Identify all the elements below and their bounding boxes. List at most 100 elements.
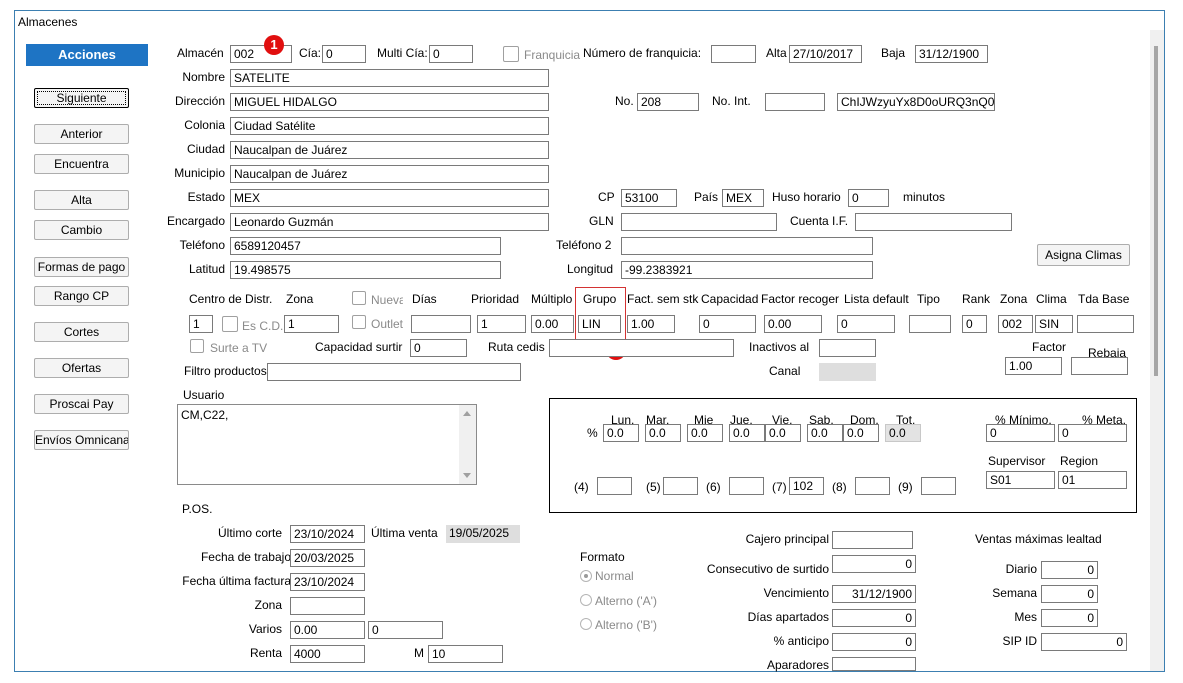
vertical-scrollbar[interactable] bbox=[1150, 30, 1164, 671]
aparadores-field[interactable] bbox=[832, 657, 916, 671]
renta-field[interactable]: 4000 bbox=[290, 645, 365, 663]
diario-field[interactable]: 0 bbox=[1041, 561, 1098, 579]
alterno-b-radio[interactable] bbox=[580, 618, 592, 630]
vencimiento-field[interactable]: 31/12/1900 bbox=[832, 585, 916, 603]
cambio-button[interactable]: Cambio bbox=[34, 220, 129, 240]
longitud-field[interactable]: -99.2383921 bbox=[621, 261, 873, 279]
dias-field[interactable] bbox=[411, 315, 471, 333]
scroll-up-icon[interactable] bbox=[463, 411, 471, 416]
place-id-field[interactable]: ChIJWzyuYx8D0oURQ3nQ0Ee bbox=[837, 93, 995, 111]
municipio-field[interactable]: Naucalpan de Juárez bbox=[230, 165, 549, 183]
num8-field[interactable] bbox=[855, 477, 890, 495]
outlet-checkbox[interactable] bbox=[352, 315, 366, 329]
m-field[interactable]: 10 bbox=[428, 645, 503, 663]
day-dom-field[interactable]: 0.0 bbox=[843, 424, 879, 442]
capacidad-field[interactable]: 0 bbox=[699, 315, 756, 333]
es-cd-checkbox[interactable] bbox=[222, 316, 238, 332]
alta-button[interactable]: Alta bbox=[34, 190, 129, 210]
inactivos-field[interactable] bbox=[819, 339, 876, 357]
telefono-field[interactable]: 6589120457 bbox=[230, 237, 501, 255]
day-lun-field[interactable]: 0.0 bbox=[603, 424, 639, 442]
lista-default-field[interactable]: 0 bbox=[837, 315, 895, 333]
num9-field[interactable] bbox=[921, 477, 956, 495]
varios1-field[interactable]: 0.00 bbox=[290, 621, 365, 639]
day-mar-field[interactable]: 0.0 bbox=[645, 424, 681, 442]
tda-base-field[interactable] bbox=[1077, 315, 1134, 333]
scroll-down-icon[interactable] bbox=[463, 473, 471, 478]
nombre-field[interactable]: SATELITE bbox=[230, 69, 549, 87]
dias-apartados-field[interactable]: 0 bbox=[832, 609, 916, 627]
num4-field[interactable] bbox=[597, 477, 632, 495]
capacidad-surtir-field[interactable]: 0 bbox=[410, 339, 467, 357]
normal-radio[interactable] bbox=[580, 570, 592, 582]
encuentra-button[interactable]: Encuentra bbox=[34, 154, 129, 174]
centro-distr-field[interactable]: 1 bbox=[189, 315, 213, 333]
huso-field[interactable]: 0 bbox=[848, 189, 889, 207]
zona2-field[interactable]: 002 bbox=[998, 315, 1033, 333]
no-field[interactable]: 208 bbox=[637, 93, 699, 111]
cia-field[interactable]: 0 bbox=[322, 45, 366, 63]
ofertas-button[interactable]: Ofertas bbox=[34, 358, 129, 378]
prioridad-field[interactable]: 1 bbox=[477, 315, 526, 333]
varios2-field[interactable]: 0 bbox=[368, 621, 443, 639]
pais-field[interactable]: MEX bbox=[722, 189, 764, 207]
colonia-field[interactable]: Ciudad Satélite bbox=[230, 117, 549, 135]
fecha-factura-field[interactable]: 23/10/2024 bbox=[290, 573, 365, 591]
alta-date-field[interactable]: 27/10/2017 bbox=[789, 45, 862, 63]
supervisor-field[interactable]: S01 bbox=[986, 471, 1055, 489]
tipo-field[interactable] bbox=[909, 315, 951, 333]
direccion-field[interactable]: MIGUEL HIDALGO bbox=[230, 93, 549, 111]
proscai-pay-button[interactable]: Proscai Pay bbox=[34, 394, 129, 414]
envios-omnicanal-button[interactable]: Envíos Omnicanal bbox=[34, 430, 129, 450]
day-vie-field[interactable]: 0.0 bbox=[765, 424, 801, 442]
estado-field[interactable]: MEX bbox=[230, 189, 549, 207]
usuario-scrollbar[interactable] bbox=[459, 405, 476, 484]
rank-field[interactable]: 0 bbox=[962, 315, 987, 333]
multicia-field[interactable]: 0 bbox=[429, 45, 473, 63]
ruta-cedis-field[interactable] bbox=[549, 339, 734, 357]
usuario-textarea[interactable]: CM,C22, bbox=[177, 404, 477, 485]
noint-field[interactable] bbox=[765, 93, 825, 111]
surte-tv-checkbox[interactable] bbox=[190, 339, 204, 353]
mes-field[interactable]: 0 bbox=[1041, 609, 1098, 627]
cortes-button[interactable]: Cortes bbox=[34, 322, 129, 342]
consecutivo-surtido-field[interactable]: 0 bbox=[832, 555, 916, 573]
cuenta-if-field[interactable] bbox=[855, 213, 1012, 231]
pos-zona-field[interactable] bbox=[290, 597, 365, 615]
latitud-field[interactable]: 19.498575 bbox=[230, 261, 501, 279]
day-mie-field[interactable]: 0.0 bbox=[687, 424, 723, 442]
encargado-field[interactable]: Leonardo Guzmán bbox=[230, 213, 549, 231]
scrollbar-thumb[interactable] bbox=[1154, 46, 1158, 376]
franquicia-checkbox[interactable] bbox=[503, 46, 519, 62]
baja-date-field[interactable]: 31/12/1900 bbox=[915, 45, 988, 63]
day-sab-field[interactable]: 0.0 bbox=[807, 424, 843, 442]
rebaja-field[interactable] bbox=[1071, 357, 1128, 375]
sip-id-field[interactable]: 0 bbox=[1041, 633, 1127, 651]
region-field[interactable]: 01 bbox=[1058, 471, 1127, 489]
ciudad-field[interactable]: Naucalpan de Juárez bbox=[230, 141, 549, 159]
nueva-checkbox[interactable] bbox=[352, 291, 366, 305]
num6-field[interactable] bbox=[729, 477, 764, 495]
factor-recoger-field[interactable]: 0.00 bbox=[764, 315, 822, 333]
anticipo-field[interactable]: 0 bbox=[832, 633, 916, 651]
gln-field[interactable] bbox=[621, 213, 777, 231]
fact-sem-stk-field[interactable]: 1.00 bbox=[627, 315, 675, 333]
num-franquicia-field[interactable] bbox=[711, 45, 756, 63]
telefono2-field[interactable] bbox=[621, 237, 873, 255]
siguiente-button[interactable]: Siguiente bbox=[34, 88, 129, 108]
multiplo-field[interactable]: 0.00 bbox=[531, 315, 574, 333]
num5-field[interactable] bbox=[663, 477, 698, 495]
clima-field[interactable]: SIN bbox=[1035, 315, 1073, 333]
rango-cp-button[interactable]: Rango CP bbox=[34, 286, 129, 306]
num7-field[interactable]: 102 bbox=[789, 477, 824, 495]
meta-field[interactable]: 0 bbox=[1058, 424, 1127, 442]
zona-field[interactable]: 1 bbox=[284, 315, 339, 333]
cp-field[interactable]: 53100 bbox=[621, 189, 677, 207]
ultimo-corte-field[interactable]: 23/10/2024 bbox=[290, 525, 365, 543]
fecha-trabajo-field[interactable]: 20/03/2025 bbox=[290, 549, 365, 567]
minimo-field[interactable]: 0 bbox=[986, 424, 1055, 442]
day-jue-field[interactable]: 0.0 bbox=[729, 424, 765, 442]
alterno-a-radio[interactable] bbox=[580, 594, 592, 606]
semana-field[interactable]: 0 bbox=[1041, 585, 1098, 603]
anterior-button[interactable]: Anterior bbox=[34, 124, 129, 144]
